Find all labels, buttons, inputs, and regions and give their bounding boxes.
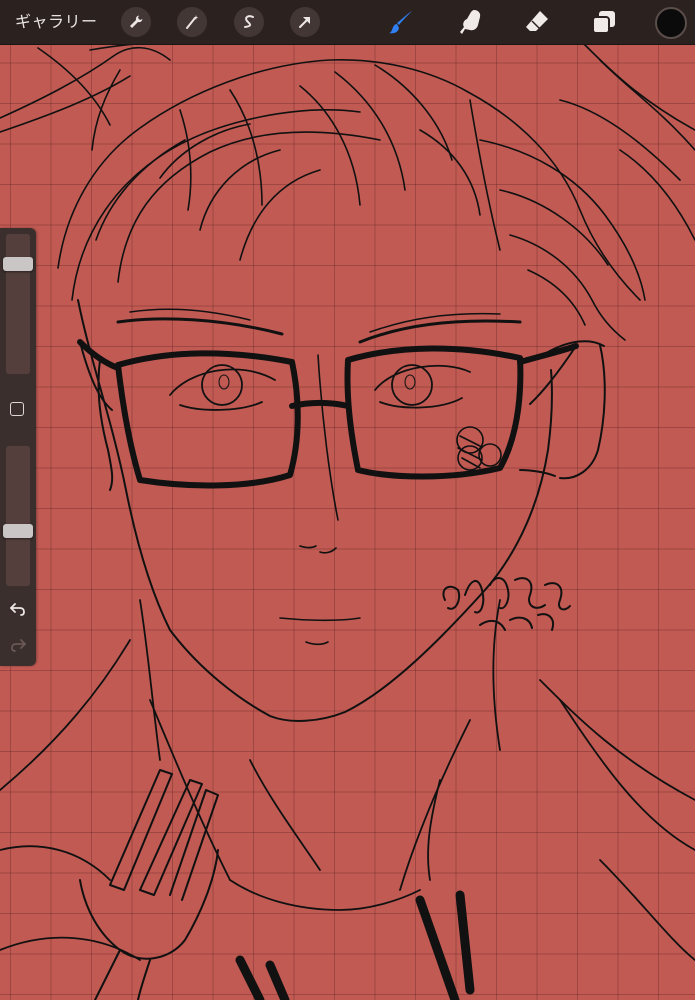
- brush-icon: [389, 11, 412, 34]
- opacity-thumb[interactable]: [3, 524, 33, 538]
- brush-button[interactable]: [386, 6, 418, 38]
- actions-button[interactable]: [121, 7, 151, 37]
- selection-s-icon: [244, 15, 254, 28]
- eraser-button[interactable]: [521, 6, 553, 38]
- wrench-icon: [130, 15, 143, 28]
- line-art: [0, 39, 695, 1000]
- smudge-button[interactable]: [455, 6, 487, 38]
- eraser-icon: [526, 11, 548, 31]
- brush-size-slider[interactable]: [3, 234, 33, 374]
- redo-arrow-icon: [11, 639, 26, 652]
- brush-size-thumb[interactable]: [3, 257, 33, 271]
- modify-button[interactable]: [10, 402, 24, 416]
- drawing-canvas[interactable]: [0, 0, 695, 1000]
- smudge-finger-icon: [460, 10, 481, 34]
- arrow-cursor-icon: [299, 17, 310, 28]
- opacity-slider[interactable]: [3, 446, 33, 586]
- layers-icon: [592, 11, 615, 34]
- magic-wand-icon: [186, 15, 199, 29]
- redo-button[interactable]: [8, 635, 28, 655]
- undo-arrow-icon: [10, 603, 25, 616]
- top-toolbar: ギャラリー: [0, 0, 695, 45]
- adjustments-button[interactable]: [177, 7, 207, 37]
- undo-button[interactable]: [8, 599, 28, 619]
- left-sidebar: [0, 228, 36, 666]
- selection-button[interactable]: [234, 7, 264, 37]
- layers-button[interactable]: [588, 6, 620, 38]
- transform-button[interactable]: [290, 7, 320, 37]
- color-swatch[interactable]: [655, 7, 687, 39]
- gallery-button[interactable]: ギャラリー: [15, 0, 98, 44]
